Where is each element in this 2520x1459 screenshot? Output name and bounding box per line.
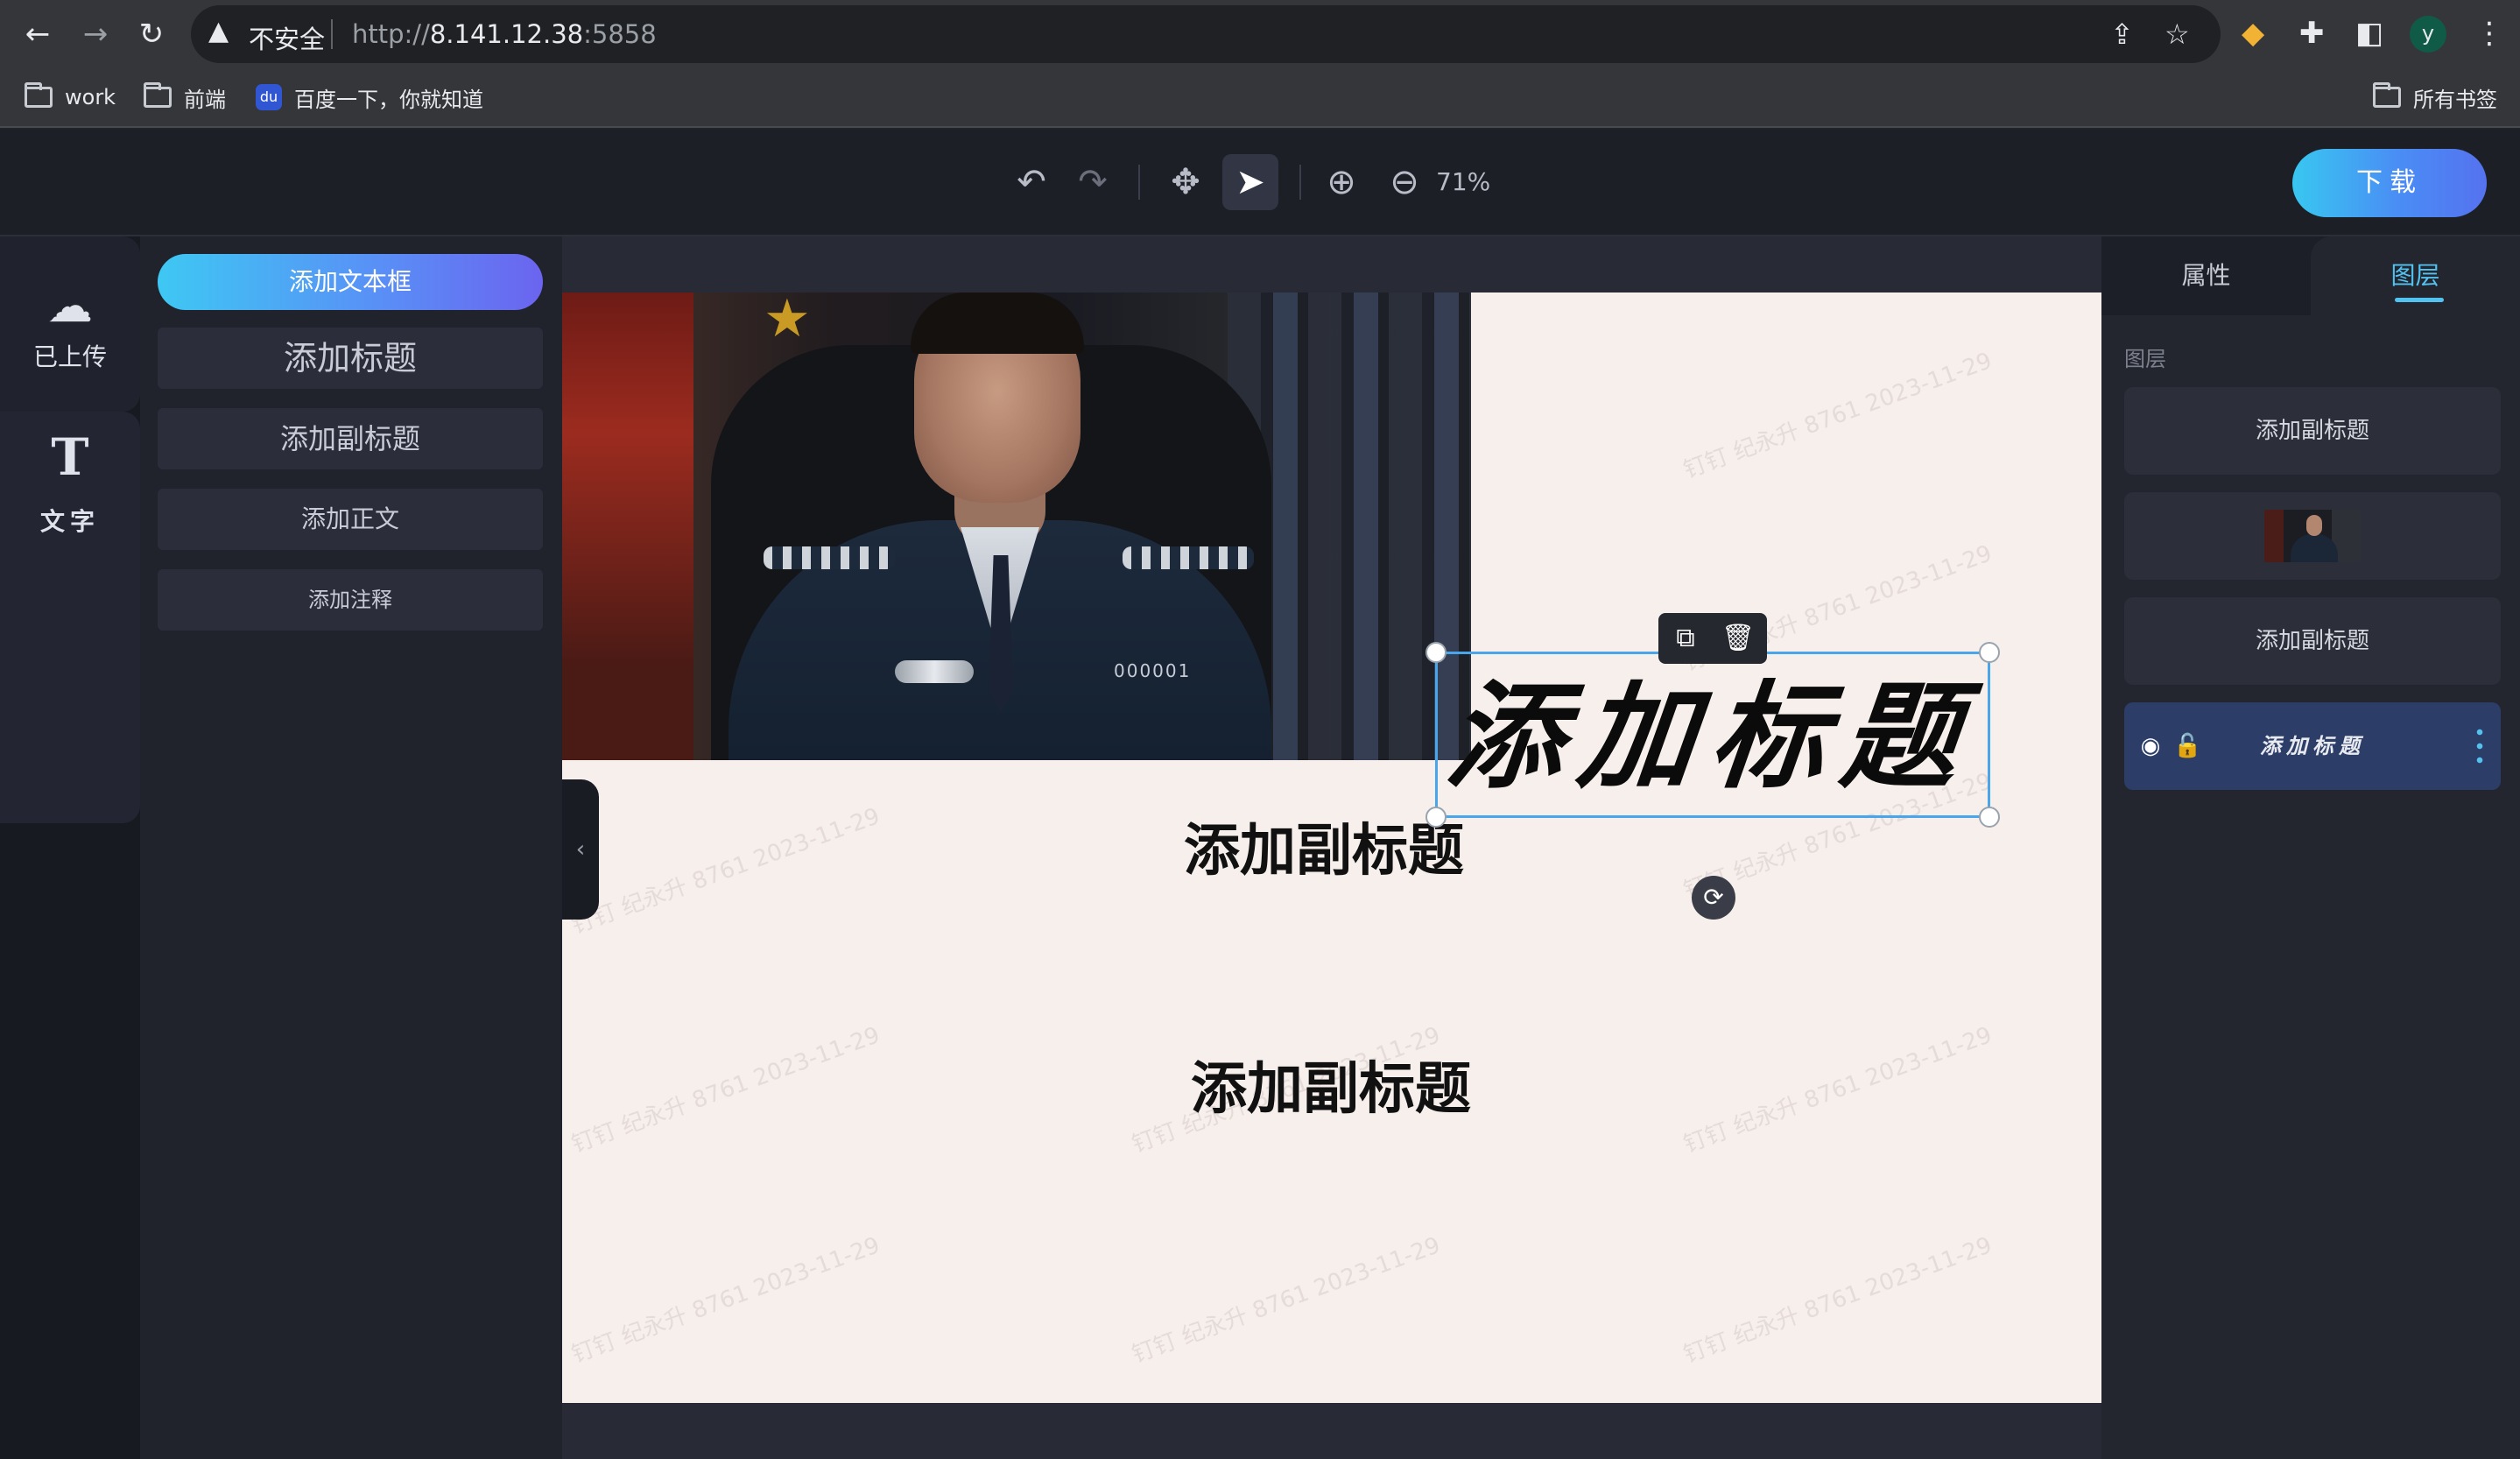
browser-menu-icon[interactable]: ⋮ (2474, 16, 2504, 51)
duplicate-icon[interactable]: ⧉ (1669, 622, 1702, 655)
layer-item-selected[interactable]: ◉ 🔓 添加标题 (2124, 702, 2501, 790)
unlock-icon[interactable]: 🔓 (2173, 732, 2201, 760)
add-subtitle-button[interactable]: 添加副标题 (158, 408, 543, 469)
delete-trash-icon[interactable]: 🗑 (1721, 622, 1755, 655)
watermark: 钉钉 纪永升 8761 2023-11-29 (1679, 1022, 1996, 1159)
bookmarks-bar: work 前端 du 百度一下，你就知道 所有书签 (0, 68, 2520, 128)
watermark: 钉钉 纪永升 8761 2023-11-29 (567, 1022, 883, 1159)
selection-toolbar: ⧉ 🗑 (1658, 613, 1767, 664)
add-title-button[interactable]: 添加标题 (158, 328, 543, 389)
flag-star-icon: ★ (764, 293, 811, 349)
selection-box[interactable] (1425, 642, 2000, 828)
resize-handle-top-left[interactable] (1425, 642, 1447, 663)
zoom-in-icon[interactable]: ⊕ (1313, 154, 1369, 210)
bookmark-work[interactable]: work (25, 82, 116, 112)
rail-label-text: 文字 (39, 507, 100, 536)
browser-toolbar: ← → ↻ ▲ 不安全 http://8.141.12.38:5858 ⇪ ☆ … (0, 0, 2520, 68)
rotate-icon[interactable]: ⟳ (1692, 876, 1735, 920)
visibility-eye-icon[interactable]: ◉ (2136, 732, 2165, 760)
security-label: 不安全 (249, 25, 326, 54)
badge-number: 000001 (1114, 660, 1192, 681)
layer-image-thumbnail (2264, 510, 2361, 562)
artboard[interactable]: ★ 000001 钉钉 纪永升 8761 2023-11-29 钉钉 纪永升 8… (562, 293, 2101, 1403)
layer-label: 添加副标题 (2255, 628, 2369, 654)
bookmark-baidu[interactable]: du 百度一下，你就知道 (256, 82, 483, 112)
layer-item[interactable]: 添加副标题 (2124, 597, 2501, 685)
layers-heading: 图层 (2124, 347, 2166, 371)
bookmark-star-icon[interactable]: ☆ (2165, 18, 2190, 51)
address-separator (331, 19, 333, 49)
watermark: 钉钉 纪永升 8761 2023-11-29 (567, 1232, 883, 1369)
watermark: 钉钉 纪永升 8761 2023-11-29 (1679, 348, 1996, 484)
epaulet-right (1123, 546, 1254, 569)
bookmark-frontend[interactable]: 前端 (144, 82, 226, 112)
layers-list: 图层 添加副标题 添加副标题 ◉ 🔓 添加标题 (2101, 315, 2520, 1459)
add-textbox-button[interactable]: 添加文本框 (158, 254, 543, 310)
folder-icon (144, 82, 172, 108)
baidu-icon: du (256, 84, 282, 110)
text-panel: 添加文本框 添加标题 添加副标题 添加正文 添加注释 (140, 236, 562, 1459)
layer-item-image[interactable] (2124, 492, 2501, 580)
watermark: 钉钉 纪永升 8761 2023-11-29 (1128, 1232, 1444, 1369)
epaulet-left (764, 546, 895, 569)
layer-label: 添加标题 (2260, 733, 2365, 758)
url-text: http://8.141.12.38:5858 (352, 19, 657, 49)
hair-shape (911, 293, 1084, 354)
extensions-puzzle-icon[interactable]: ✚ (2299, 16, 2325, 51)
resize-handle-top-right[interactable] (1979, 642, 2000, 663)
editor-toolbar: ↶ ↷ ✥ ➤ ⊕ ⊖ 71% 下载 (0, 130, 2520, 236)
rail-label-uploaded: 已上传 (32, 342, 107, 371)
redo-icon[interactable]: ↷ (1065, 154, 1121, 210)
canvas-subtitle-2[interactable]: 添加副标题 (1191, 1044, 1471, 1124)
collapse-panel-chevron-icon[interactable]: ‹ (562, 779, 599, 920)
profile-avatar[interactable]: y (2410, 16, 2446, 53)
thumbnail-body (2291, 534, 2338, 562)
drag-handle-icon[interactable] (2471, 725, 2488, 767)
extension-duck-icon[interactable]: ◆ (2242, 16, 2264, 51)
tab-layers[interactable]: 图层 (2311, 236, 2520, 315)
zoom-out-icon[interactable]: ⊖ (1376, 154, 1432, 210)
address-bar[interactable]: ▲ 不安全 http://8.141.12.38:5858 ⇪ ☆ (191, 5, 2221, 63)
canvas-subtitle-1[interactable]: 添加副标题 (1184, 806, 1464, 886)
left-rail: ☁ 已上传 T 文字 (0, 236, 140, 1459)
cloud-upload-icon: ☁ (47, 280, 93, 333)
reload-icon[interactable]: ↻ (130, 12, 173, 56)
add-body-button[interactable]: 添加正文 (158, 489, 543, 550)
folder-icon (2373, 82, 2401, 108)
move-icon[interactable]: ✥ (1158, 154, 1214, 210)
chest-badge (895, 660, 974, 683)
rail-item-text[interactable]: T 文字 (0, 412, 140, 823)
layer-label: 添加副标题 (2255, 418, 2369, 444)
select-pointer-icon[interactable]: ➤ (1222, 154, 1278, 210)
undo-icon[interactable]: ↶ (1003, 154, 1059, 210)
canvas-workspace[interactable]: ★ 000001 钉钉 纪永升 8761 2023-11-29 钉钉 纪永升 8… (562, 236, 2101, 1459)
resize-handle-bottom-right[interactable] (1979, 807, 2000, 828)
zoom-level: 71% (1436, 167, 1491, 196)
right-panel: 属性 图层 图层 添加副标题 添加副标题 ◉ 🔓 添加标题 (2101, 236, 2520, 1459)
officer-photo-image[interactable]: ★ 000001 (562, 293, 1471, 760)
share-icon[interactable]: ⇪ (2110, 18, 2134, 51)
watermark: 钉钉 纪永升 8761 2023-11-29 (567, 803, 883, 940)
add-annotation-button[interactable]: 添加注释 (158, 569, 543, 631)
all-bookmarks[interactable]: 所有书签 (2373, 82, 2497, 112)
tab-active-indicator (2395, 298, 2444, 302)
thumbnail-face (2306, 515, 2322, 536)
watermark: 钉钉 纪永升 8761 2023-11-29 (1679, 1232, 1996, 1369)
text-t-icon: T (51, 427, 89, 487)
warning-triangle-icon: ▲ (208, 16, 229, 46)
download-button[interactable]: 下载 (2292, 149, 2487, 217)
side-panel-icon[interactable]: ◧ (2355, 16, 2383, 51)
toolbar-divider (1299, 165, 1301, 200)
rail-item-uploaded[interactable]: ☁ 已上传 (0, 236, 140, 412)
toolbar-divider (1138, 165, 1140, 200)
forward-arrow-icon[interactable]: → (74, 12, 117, 56)
tab-properties[interactable]: 属性 (2101, 236, 2311, 315)
back-arrow-icon[interactable]: ← (16, 12, 60, 56)
folder-icon (25, 82, 53, 108)
flag-background (562, 293, 693, 760)
layer-item[interactable]: 添加副标题 (2124, 387, 2501, 475)
resize-handle-bottom-left[interactable] (1425, 807, 1447, 828)
